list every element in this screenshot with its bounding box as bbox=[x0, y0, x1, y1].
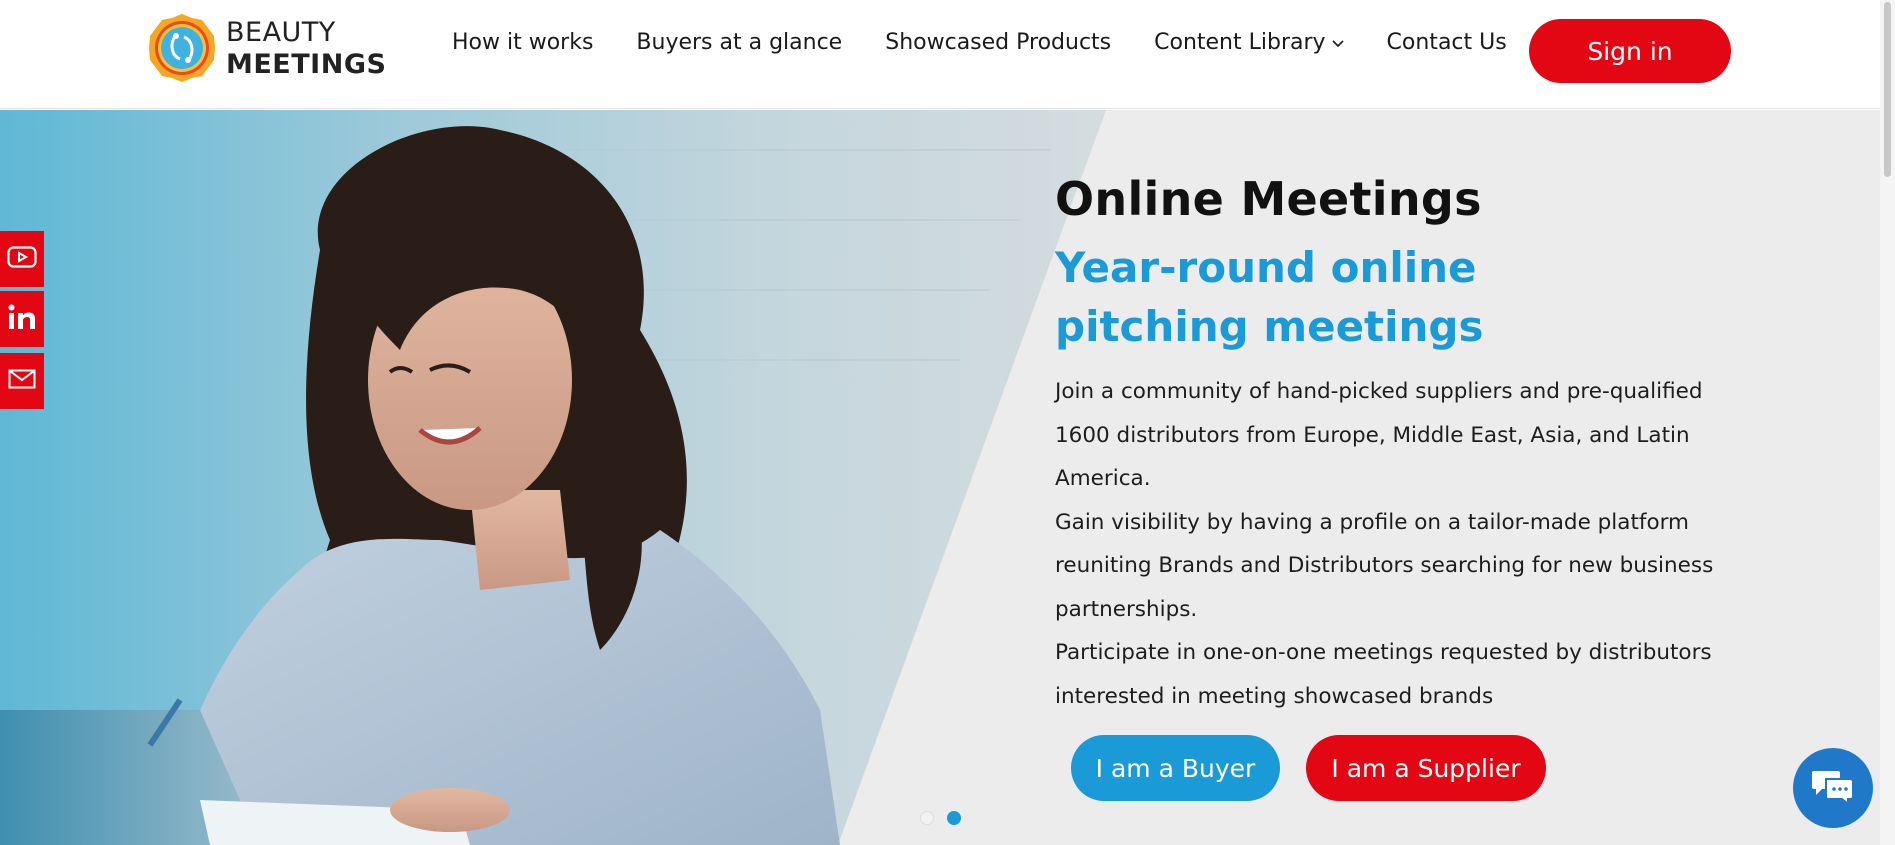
brand-line1: BEAUTY bbox=[226, 16, 336, 48]
hero-copy: Online Meetings Year-round online pitchi… bbox=[1055, 172, 1755, 718]
brand-logo[interactable]: BEAUTY MEETINGS bbox=[146, 12, 386, 84]
page-scrollbar[interactable] bbox=[1880, 0, 1895, 845]
youtube-icon bbox=[7, 246, 37, 272]
slide-dot-2[interactable] bbox=[947, 811, 961, 825]
nav-buyers-at-a-glance[interactable]: Buyers at a glance bbox=[636, 30, 842, 55]
main-nav: How it works Buyers at a glance Showcase… bbox=[452, 30, 1550, 55]
site-header: BEAUTY MEETINGS How it works Buyers at a… bbox=[0, 0, 1895, 109]
chat-icon bbox=[1810, 767, 1856, 809]
scrollbar-thumb[interactable] bbox=[1884, 2, 1891, 177]
logo-mark-icon bbox=[146, 12, 218, 84]
supplier-button[interactable]: I am a Supplier bbox=[1306, 735, 1546, 801]
nav-how-it-works[interactable]: How it works bbox=[452, 30, 593, 55]
linkedin-button[interactable] bbox=[0, 291, 44, 347]
chat-launcher-button[interactable] bbox=[1793, 748, 1873, 828]
buyer-button[interactable]: I am a Buyer bbox=[1071, 735, 1280, 801]
email-icon bbox=[8, 369, 36, 393]
email-button[interactable] bbox=[0, 353, 44, 409]
youtube-button[interactable] bbox=[0, 231, 44, 287]
nav-content-library-label: Content Library bbox=[1154, 30, 1326, 55]
hero-title: Online Meetings bbox=[1055, 172, 1482, 226]
nav-content-library[interactable]: Content Library bbox=[1154, 30, 1344, 55]
nav-contact-us[interactable]: Contact Us bbox=[1387, 30, 1507, 55]
hero-paragraph-1: Join a community of hand-picked supplier… bbox=[1055, 379, 1703, 491]
hero-paragraph-2: Gain visibility by having a profile on a… bbox=[1055, 509, 1714, 622]
slide-dot-1[interactable] bbox=[920, 811, 934, 825]
nav-showcased-products[interactable]: Showcased Products bbox=[885, 30, 1111, 55]
sign-in-button[interactable]: Sign in bbox=[1529, 19, 1731, 83]
chevron-down-icon bbox=[1331, 36, 1344, 52]
slider-dots bbox=[920, 811, 974, 825]
linkedin-icon bbox=[7, 303, 37, 335]
hero-subtitle: Year-round online pitching meetings bbox=[1055, 243, 1484, 351]
hero-paragraph-3: Participate in one-on-one meetings reque… bbox=[1055, 640, 1712, 709]
brand-line2: MEETINGS bbox=[226, 48, 387, 80]
hero-banner: Online Meetings Year-round online pitchi… bbox=[0, 110, 1880, 845]
